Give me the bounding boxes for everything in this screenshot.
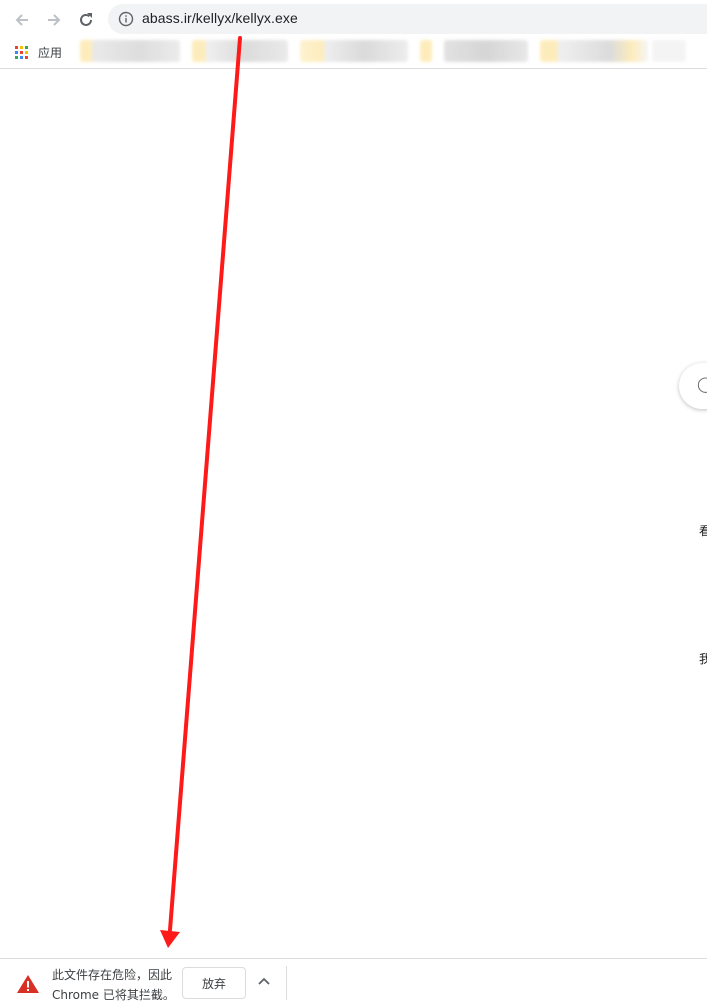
annotation-arrow <box>160 36 242 948</box>
download-warning-line: Chrome 已将其拦截。 <box>52 988 175 1002</box>
warning-icon <box>17 975 39 993</box>
download-bar: 此文件存在危险，因此 Chrome 已将其拦截。 放弃 <box>0 958 707 1005</box>
download-warning-text: 此文件存在危险，因此 Chrome 已将其拦截。 <box>52 965 182 1005</box>
divider <box>286 966 287 1000</box>
discard-button[interactable]: 放弃 <box>182 967 246 999</box>
chevron-up-icon[interactable] <box>255 973 273 991</box>
download-warning-line: 此文件存在危险，因此 <box>52 968 173 982</box>
